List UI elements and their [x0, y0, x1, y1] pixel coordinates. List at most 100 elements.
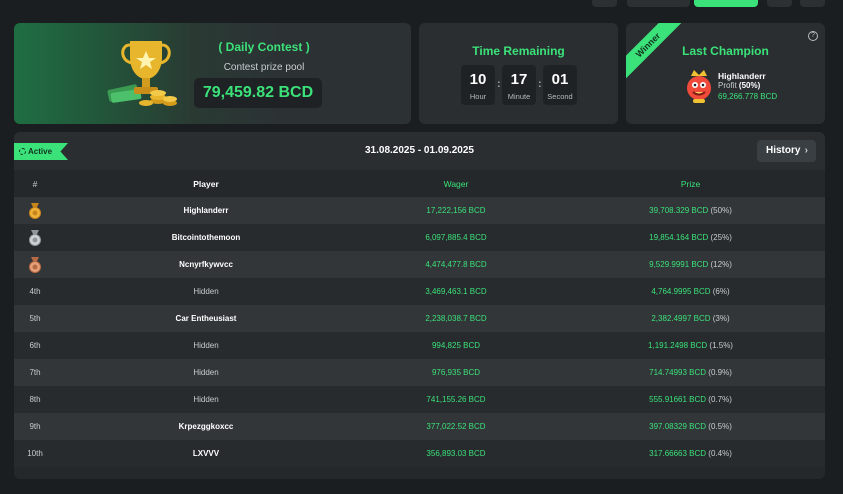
prize-cell: 714.74993 BCD (0.9%) [556, 359, 825, 386]
prize-amount: 714.74993 BCD [649, 368, 707, 377]
champion-profit: Profit (50%) [718, 81, 761, 90]
contest-subtitle: Contest prize pool [223, 62, 305, 73]
wager-cell: 741,155.26 BCD [356, 386, 556, 413]
leaderboard-header: Active 31.08.2025 - 01.09.2025 History › [14, 132, 825, 170]
wager-cell: 356,893.03 BCD [356, 440, 556, 467]
time-separator: : [497, 78, 501, 90]
wager-cell: 4,474,477.8 BCD [356, 251, 556, 278]
prize-percent: (3%) [712, 314, 730, 323]
prize-percent: (12%) [710, 260, 732, 269]
daily-contest-card: ( Daily Contest ) Contest prize pool 79,… [14, 23, 411, 124]
toolbar-primary-button[interactable] [694, 0, 758, 7]
table-row: 5th Car Entheusiast 2,238,038.7 BCD 2,382.4… [14, 305, 825, 332]
player-cell[interactable]: Ncnyrfkywvcc [56, 251, 356, 278]
prize-percent: (1.5%) [709, 341, 733, 350]
rank-cell: 10th [14, 440, 56, 467]
table-row: 10th LXVVV 356,893.03 BCD 317.66663 BCD (0.… [14, 440, 825, 467]
prize-cell: 397.08329 BCD (0.5%) [556, 413, 825, 440]
wager-cell: 3,469,463.1 BCD [356, 278, 556, 305]
history-button[interactable]: History › [757, 140, 816, 162]
player-cell[interactable]: LXVVV [56, 440, 356, 467]
rank-cell [14, 251, 56, 278]
toolbar-button[interactable] [800, 0, 825, 7]
wager-cell: 6,097,885.4 BCD [356, 224, 556, 251]
time-remaining-card: Time Remaining 10 Hour : 17 Minute : 01 … [419, 23, 618, 124]
column-prize: Prize [680, 178, 701, 189]
wager-cell: 976,935 BCD [356, 359, 556, 386]
minute-value: 17 [510, 71, 528, 88]
table-body: Highlanderr 17,222,156 BCD 39,708.329 BCD … [14, 197, 825, 467]
laurel-right-icon: ) [305, 40, 310, 54]
rank-cell: 4th [14, 278, 56, 305]
prize-cell: 2,382.4997 BCD (3%) [556, 305, 825, 332]
prize-percent: (25%) [710, 233, 732, 242]
player-cell[interactable]: Bitcointothemoon [56, 224, 356, 251]
rank-cell: 6th [14, 332, 56, 359]
silver-medal-icon [29, 229, 41, 246]
table-row: 6th Hidden 994,825 BCD 1,191.2498 BCD (1.5%… [14, 332, 825, 359]
wager-cell: 377,022.52 BCD [356, 413, 556, 440]
table-row: 4th Hidden 3,469,463.1 BCD 4,764.9995 BCD (… [14, 278, 825, 305]
player-cell: Hidden [56, 278, 356, 305]
wager-cell: 17,222,156 BCD [356, 197, 556, 224]
champion-avatar [687, 70, 711, 103]
player-cell: Hidden [56, 386, 356, 413]
table-row: 8th Hidden 741,155.26 BCD 555.91661 BCD (0.… [14, 386, 825, 413]
bronze-medal-icon [29, 256, 41, 273]
table-row: Bitcointothemoon 6,097,885.4 BCD 19,854.16… [14, 224, 825, 251]
prize-cell: 317.66663 BCD (0.4%) [556, 440, 825, 467]
rank-cell: 8th [14, 386, 56, 413]
prize-amount: 4,764.9995 BCD [651, 287, 711, 296]
player-cell[interactable]: Highlanderr [56, 197, 356, 224]
prize-percent: (0.9%) [708, 368, 732, 377]
hour-box: 10 Hour [461, 65, 495, 105]
prize-amount: 2,382.4997 BCD [651, 314, 711, 323]
top-toolbar-strip [0, 0, 843, 10]
prize-cell: 9,529.9991 BCD (12%) [556, 251, 825, 278]
toolbar-button[interactable] [627, 0, 690, 7]
player-cell[interactable]: Krpezggkoxcc [56, 413, 356, 440]
minute-box: 17 Minute [502, 65, 536, 105]
prize-percent: (0.5%) [708, 422, 732, 431]
leaderboard: Active 31.08.2025 - 01.09.2025 History ›… [14, 132, 825, 479]
toolbar-button[interactable] [767, 0, 792, 7]
gold-medal-icon [29, 202, 41, 219]
prize-percent: (50%) [710, 206, 732, 215]
prize-pool-amount: 79,459.82 BCD [194, 78, 322, 108]
prize-percent: (6%) [712, 287, 730, 296]
contest-title: ( Daily Contest ) [218, 40, 310, 54]
prize-amount: 19,854.164 BCD [649, 233, 709, 242]
column-rank: # [32, 178, 38, 189]
chevron-right-icon: › [804, 145, 808, 156]
timer-title: Time Remaining [472, 44, 565, 58]
champion-name: Highlanderr [718, 71, 766, 81]
hour-label: Hour [469, 92, 487, 101]
prize-percent: (0.7%) [708, 395, 732, 404]
prize-cell: 1,191.2498 BCD (1.5%) [556, 332, 825, 359]
table-row: Highlanderr 17,222,156 BCD 39,708.329 BCD … [14, 197, 825, 224]
toolbar-button[interactable] [592, 0, 617, 7]
second-label: Second [547, 92, 573, 101]
last-champion-card: Winner ? Last Champion Highlanderr Profi… [626, 23, 825, 124]
prize-amount: 9,529.9991 BCD [649, 260, 709, 269]
date-range: 31.08.2025 - 01.09.2025 [365, 145, 474, 156]
prize-amount: 1,191.2498 BCD [648, 341, 708, 350]
prize-amount: 555.91661 BCD [649, 395, 707, 404]
prize-amount: 397.08329 BCD [649, 422, 707, 431]
trophy-icon [107, 41, 177, 106]
wager-cell: 994,825 BCD [356, 332, 556, 359]
hour-value: 10 [469, 71, 487, 88]
table-header-row: # Player Wager Prize [14, 170, 825, 197]
rank-cell: 5th [14, 305, 56, 332]
player-cell[interactable]: Car Entheusiast [56, 305, 356, 332]
time-separator: : [538, 78, 542, 90]
second-value: 01 [551, 71, 569, 88]
prize-cell: 555.91661 BCD (0.7%) [556, 386, 825, 413]
prize-cell: 39,708.329 BCD (50%) [556, 197, 825, 224]
column-player: Player [193, 178, 219, 189]
rank-cell: 9th [14, 413, 56, 440]
table-row: 9th Krpezggkoxcc 377,022.52 BCD 397.08329 B… [14, 413, 825, 440]
prize-cell: 19,854.164 BCD (25%) [556, 224, 825, 251]
rank-cell [14, 197, 56, 224]
question-circle-icon[interactable]: ? [808, 31, 818, 41]
